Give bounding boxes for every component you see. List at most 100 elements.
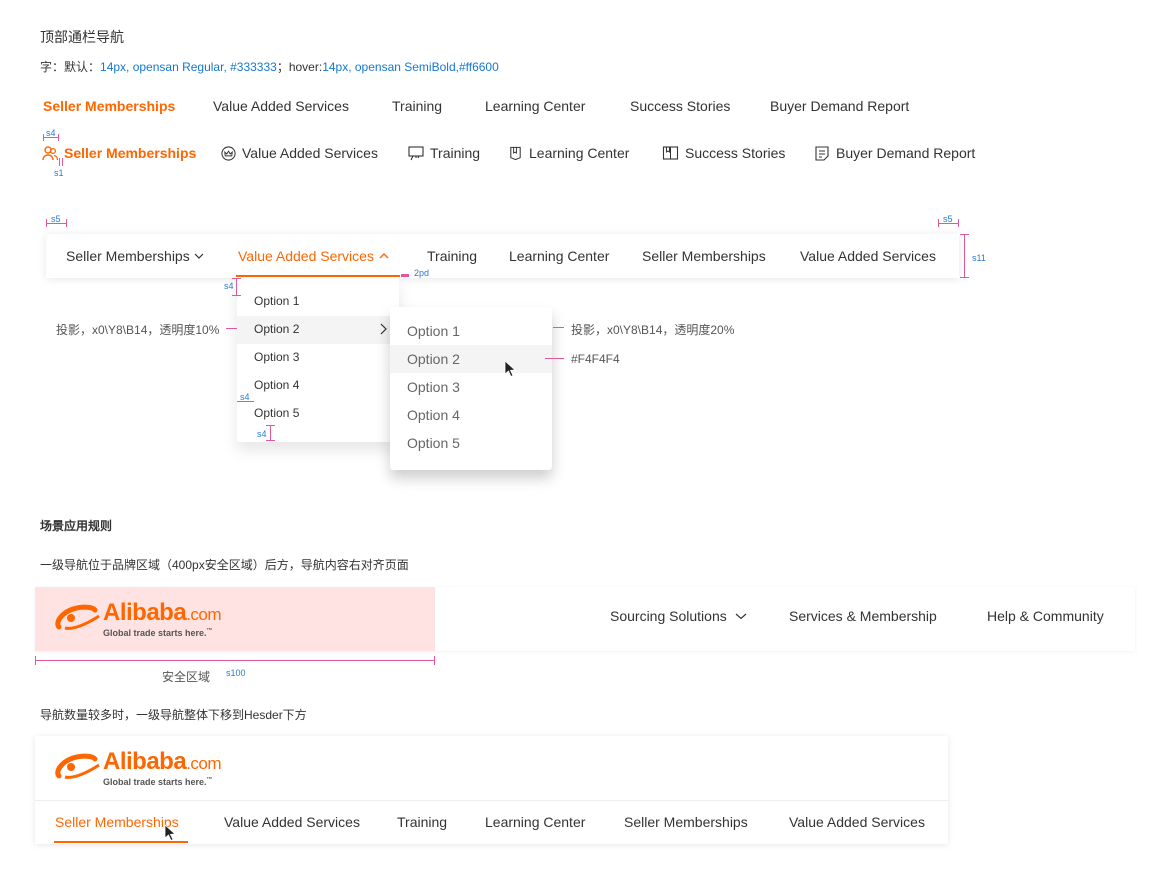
measure-line bbox=[237, 401, 254, 402]
measure-tick bbox=[66, 219, 67, 227]
chevron-right-icon bbox=[380, 323, 387, 335]
header-nav-help-community[interactable]: Help & Community bbox=[987, 608, 1104, 624]
measure-tick bbox=[958, 219, 959, 227]
icon-nav-label: Buyer Demand Report bbox=[836, 145, 976, 161]
active-underline bbox=[236, 275, 400, 277]
measure-tick bbox=[46, 219, 47, 227]
header2-nav-seller-memberships-2[interactable]: Seller Memberships bbox=[624, 814, 748, 830]
dropdown-option[interactable]: Option 1 bbox=[407, 323, 460, 339]
dropdown-option[interactable]: Option 4 bbox=[407, 407, 460, 423]
tagline-text: Global trade starts here. bbox=[103, 628, 207, 638]
icon-nav-success-stories[interactable]: Success Stories bbox=[662, 145, 785, 161]
spec-prefix: 字：默认： bbox=[40, 60, 101, 74]
measure-line bbox=[46, 223, 66, 224]
icon-nav-training[interactable]: Training bbox=[408, 145, 480, 161]
nav-bar-value-added-services[interactable]: Value Added Services bbox=[238, 248, 389, 264]
nav-bar-seller-memberships-2[interactable]: Seller Memberships bbox=[642, 248, 766, 264]
measure-line bbox=[43, 137, 59, 138]
shadow-note-2: 投影，x0\Y8\B14，透明度20% bbox=[571, 323, 735, 337]
measure-tick bbox=[43, 134, 44, 141]
document-icon bbox=[815, 146, 829, 161]
measure-tick bbox=[266, 425, 275, 426]
icon-nav-value-added-services[interactable]: Value Added Services bbox=[221, 145, 378, 161]
dropdown-option[interactable]: Option 3 bbox=[254, 350, 299, 364]
dropdown-option[interactable]: Option 1 bbox=[254, 294, 299, 308]
nav-item-seller-memberships[interactable]: Seller Memberships bbox=[43, 98, 175, 114]
dropdown-option[interactable]: Option 2 bbox=[407, 351, 460, 367]
dropdown-level2: Option 1 Option 2 Option 3 Option 4 Opti… bbox=[390, 307, 552, 470]
book-icon bbox=[510, 146, 521, 161]
measure-tick bbox=[434, 656, 435, 665]
icon-nav-seller-memberships[interactable]: Seller Memberships bbox=[42, 145, 196, 161]
users-icon bbox=[42, 146, 58, 161]
trademark: ™ bbox=[206, 777, 213, 783]
rule-2: 导航数量较多时，一级导航整体下移到Hesder下方 bbox=[40, 708, 307, 722]
brand-com: .com bbox=[186, 605, 222, 624]
chevron-down-icon bbox=[194, 253, 204, 259]
measure-tick bbox=[960, 234, 969, 235]
header2-nav-value-added-services[interactable]: Value Added Services bbox=[224, 814, 360, 830]
spec-default: 14px, opensan Regular, #333333 bbox=[100, 60, 277, 74]
dropdown-option[interactable]: Option 5 bbox=[407, 435, 460, 451]
nav-item-success-stories[interactable]: Success Stories bbox=[630, 98, 730, 114]
annot-s1: s1 bbox=[54, 168, 64, 178]
nav-bar-training[interactable]: Training bbox=[427, 248, 477, 264]
measure-tick bbox=[960, 277, 969, 278]
header-nav-label: Sourcing Solutions bbox=[610, 608, 727, 624]
header-divider bbox=[35, 800, 948, 801]
icon-nav-label: Seller Memberships bbox=[64, 145, 197, 161]
alibaba-smile-icon bbox=[55, 604, 100, 630]
header-nav-sourcing-solutions[interactable]: Sourcing Solutions bbox=[610, 608, 747, 624]
measure-tick bbox=[232, 295, 241, 296]
rules-heading: 场景应用规则 bbox=[40, 519, 113, 533]
leader-line bbox=[226, 328, 237, 329]
brand-name: Alibaba bbox=[103, 748, 187, 775]
nav-bar-seller-memberships[interactable]: Seller Memberships bbox=[66, 248, 204, 264]
nav-bar-learning-center[interactable]: Learning Center bbox=[509, 248, 609, 264]
icon-nav-label: Training bbox=[430, 145, 481, 161]
nav-item-training[interactable]: Training bbox=[392, 98, 442, 114]
safe-area-measure bbox=[35, 660, 435, 661]
alibaba-logo[interactable]: Alibaba.com Global trade starts here.™ bbox=[53, 748, 222, 787]
measure-line bbox=[270, 425, 271, 441]
dropdown-option[interactable]: Option 2 bbox=[254, 322, 299, 336]
dropdown-option[interactable]: Option 3 bbox=[407, 379, 460, 395]
measure-mark bbox=[401, 274, 409, 277]
header2-nav-seller-memberships[interactable]: Seller Memberships bbox=[55, 814, 179, 830]
leader-line bbox=[545, 358, 564, 359]
header2-nav-training[interactable]: Training bbox=[397, 814, 447, 830]
spec-hover: 14px, opensan SemiBold,#ff6600 bbox=[322, 60, 499, 74]
cursor-arrow-icon bbox=[504, 360, 516, 378]
cursor-arrow-icon bbox=[164, 824, 176, 842]
brand-word: Alibaba.com bbox=[103, 748, 222, 776]
nav-item-learning-center[interactable]: Learning Center bbox=[485, 98, 585, 114]
open-book-icon bbox=[662, 146, 679, 160]
brand-word: Alibaba.com bbox=[103, 601, 222, 627]
icon-nav-label: Value Added Services bbox=[242, 145, 378, 161]
nav-item-value-added-services[interactable]: Value Added Services bbox=[213, 98, 349, 114]
header2-nav-learning-center[interactable]: Learning Center bbox=[485, 814, 585, 830]
icon-nav-label: Learning Center bbox=[529, 145, 630, 161]
nav-bar-label: Value Added Services bbox=[238, 248, 374, 264]
page-title: 顶部通栏导航 bbox=[40, 29, 124, 45]
header-nav-services-membership[interactable]: Services & Membership bbox=[789, 608, 937, 624]
brand-tagline: Global trade starts here.™ bbox=[103, 628, 221, 638]
nav-item-buyer-demand-report[interactable]: Buyer Demand Report bbox=[770, 98, 909, 114]
dropdown-option[interactable]: Option 4 bbox=[254, 378, 299, 392]
nav-bar-value-added-services-2[interactable]: Value Added Services bbox=[800, 248, 936, 264]
measure-line bbox=[938, 223, 959, 224]
nav-bar-label: Seller Memberships bbox=[66, 248, 190, 264]
chevron-up-icon bbox=[379, 253, 389, 259]
leader-line bbox=[553, 327, 564, 328]
measure-tick bbox=[58, 134, 59, 141]
icon-nav-learning-center[interactable]: Learning Center bbox=[508, 145, 629, 161]
measure-tick bbox=[266, 440, 275, 441]
icon-nav-buyer-demand-report[interactable]: Buyer Demand Report bbox=[814, 145, 975, 161]
tagline-text: Global trade starts here. bbox=[103, 777, 207, 787]
measure-line bbox=[236, 278, 237, 296]
dropdown-option[interactable]: Option 5 bbox=[254, 406, 299, 420]
shadow-note-1: 投影，x0\Y8\B14，透明度10% bbox=[56, 323, 220, 337]
header2-nav-value-added-services-2[interactable]: Value Added Services bbox=[789, 814, 925, 830]
alibaba-logo[interactable]: Alibaba.com Global trade starts here.™ bbox=[53, 601, 222, 638]
nav-bar: Seller Memberships Value Added Services … bbox=[46, 234, 959, 278]
